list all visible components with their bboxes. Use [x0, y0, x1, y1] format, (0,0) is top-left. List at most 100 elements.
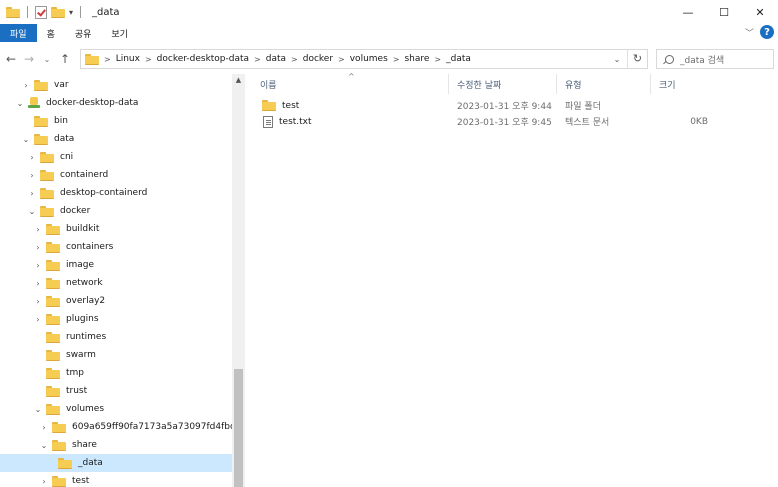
column-header-modified[interactable]: 수정한 날짜 — [448, 74, 556, 94]
breadcrumb-item[interactable]: docker-desktop-data — [157, 54, 249, 64]
tree-item[interactable]: bin — [0, 112, 232, 130]
chevron-right-icon[interactable]: › — [38, 477, 50, 486]
scroll-up-icon[interactable]: ▲ — [232, 76, 245, 84]
chevron-down-icon[interactable]: ⌄ — [20, 135, 32, 144]
tree-item[interactable]: › network — [0, 274, 232, 292]
minimize-button[interactable]: — — [670, 0, 706, 24]
breadcrumb-item[interactable]: Linux — [116, 54, 140, 64]
column-header-size[interactable]: 크기 — [650, 74, 710, 94]
tree-item[interactable]: trust — [0, 382, 232, 400]
breadcrumb-separator-icon[interactable]: > — [338, 55, 345, 64]
tree-item[interactable]: ⌄ docker — [0, 202, 232, 220]
window-title: _data — [92, 6, 120, 18]
file-row[interactable]: test.txt 2023-01-31 오후 9:45 텍스트 문서 0KB — [252, 113, 722, 130]
chevron-down-icon[interactable]: ⌄ — [26, 207, 38, 216]
tree-item-label: cni — [60, 152, 74, 162]
tree-item[interactable]: › desktop-containerd — [0, 184, 232, 202]
breadcrumb-separator-icon[interactable]: > — [393, 55, 400, 64]
chevron-right-icon[interactable]: › — [32, 297, 44, 306]
tree-item-label: containers — [66, 242, 114, 252]
tree-item[interactable]: swarm — [0, 346, 232, 364]
folder-icon — [52, 475, 66, 487]
breadcrumb-separator-icon[interactable]: > — [104, 55, 111, 64]
chevron-right-icon[interactable]: › — [20, 81, 32, 90]
chevron-right-icon[interactable]: › — [32, 279, 44, 288]
folder-icon — [46, 223, 60, 235]
tree-item[interactable]: › containers — [0, 238, 232, 256]
navigation-pane-scrollbar[interactable]: ▲ — [232, 74, 245, 487]
breadcrumb-separator-icon[interactable]: > — [254, 55, 261, 64]
tree-item[interactable]: › plugins — [0, 310, 232, 328]
tree-item[interactable]: › overlay2 — [0, 292, 232, 310]
tree-item[interactable]: › containerd — [0, 166, 232, 184]
breadcrumb-item[interactable]: share — [404, 54, 429, 64]
expand-ribbon-icon[interactable]: ﹀ — [745, 26, 754, 39]
search-placeholder: _data 검색 — [680, 55, 725, 66]
file-type: 텍스트 문서 — [565, 118, 610, 128]
new-folder-icon[interactable] — [51, 6, 65, 18]
folder-icon — [46, 331, 60, 343]
tree-item-label: plugins — [66, 314, 99, 324]
chevron-down-icon[interactable]: ⌄ — [38, 441, 50, 450]
tree-item[interactable]: ⌄ volumes — [0, 400, 232, 418]
chevron-down-icon[interactable]: ⌄ — [14, 99, 26, 108]
chevron-down-icon[interactable]: ⌄ — [32, 405, 44, 414]
customize-toolbar-icon[interactable]: ▾ — [69, 8, 73, 17]
scrollbar-thumb[interactable] — [234, 369, 243, 487]
tree-item-label: docker-desktop-data — [46, 98, 139, 108]
close-button[interactable]: ✕ — [742, 0, 778, 24]
help-icon[interactable]: ? — [760, 25, 774, 39]
chevron-right-icon[interactable]: › — [32, 315, 44, 324]
ribbon-right: ﹀ ? — [745, 25, 774, 39]
properties-icon[interactable] — [35, 5, 47, 19]
tree-item[interactable]: ⌄ share — [0, 436, 232, 454]
tab-home[interactable]: 홈 — [37, 24, 65, 42]
file-size: 0KB — [690, 116, 708, 127]
breadcrumb-item[interactable]: _data — [446, 54, 471, 64]
breadcrumb-item[interactable]: docker — [303, 54, 333, 64]
tree-item[interactable]: runtimes — [0, 328, 232, 346]
chevron-right-icon[interactable]: › — [38, 423, 50, 432]
tree-item[interactable]: ⌄ data — [0, 130, 232, 148]
breadcrumb-separator-icon[interactable]: > — [291, 55, 298, 64]
chevron-right-icon[interactable]: › — [32, 261, 44, 270]
breadcrumb-item[interactable]: volumes — [350, 54, 388, 64]
chevron-right-icon[interactable]: › — [26, 189, 38, 198]
up-arrow-icon[interactable]: ↑ — [58, 52, 72, 66]
tree-item-label: share — [72, 440, 97, 450]
search-icon — [665, 54, 674, 64]
tree-item[interactable]: tmp — [0, 364, 232, 382]
chevron-right-icon[interactable]: › — [32, 225, 44, 234]
tree-item[interactable]: ⌄ docker-desktop-data — [0, 94, 232, 112]
breadcrumb-separator-icon[interactable]: > — [145, 55, 152, 64]
address-dropdown-icon[interactable]: ⌄ — [607, 55, 627, 64]
tree-item[interactable]: › test — [0, 472, 232, 487]
tree-item[interactable]: › var — [0, 76, 232, 94]
refresh-icon[interactable]: ↻ — [627, 50, 647, 68]
breadcrumb-separator-icon[interactable]: > — [434, 55, 441, 64]
tree-item[interactable]: _data — [0, 454, 232, 472]
tab-file[interactable]: 파일 — [0, 24, 37, 42]
search-input[interactable]: _data 검색 — [656, 49, 774, 69]
tab-share[interactable]: 공유 — [65, 24, 102, 42]
address-bar[interactable]: > Linux > docker-desktop-data > data > docker > v… — [80, 49, 648, 69]
file-row[interactable]: test 2023-01-31 오후 9:44 파일 폴더 — [252, 97, 722, 114]
back-arrow-icon[interactable]: ← — [4, 52, 18, 66]
recent-locations-icon[interactable]: ⌄ — [40, 55, 54, 64]
chevron-right-icon[interactable]: › — [26, 171, 38, 180]
column-header-type[interactable]: 유형 — [556, 74, 650, 94]
chevron-right-icon[interactable]: › — [26, 153, 38, 162]
tree-item[interactable]: › 609a659ff90fa7173a5a73097fd4fbccde5 — [0, 418, 245, 436]
folder-icon — [58, 457, 72, 469]
maximize-button[interactable]: ☐ — [706, 0, 742, 24]
folder-icon — [34, 115, 48, 127]
breadcrumb-item[interactable]: data — [266, 54, 286, 64]
chevron-right-icon[interactable]: › — [32, 243, 44, 252]
tree-item[interactable]: › cni — [0, 148, 232, 166]
tab-view[interactable]: 보기 — [101, 24, 138, 42]
forward-arrow-icon[interactable]: → — [22, 52, 36, 66]
divider — [80, 6, 82, 18]
tree-item[interactable]: › buildkit — [0, 220, 232, 238]
column-header-name[interactable]: 이름 ^ — [252, 72, 448, 94]
tree-item[interactable]: › image — [0, 256, 232, 274]
